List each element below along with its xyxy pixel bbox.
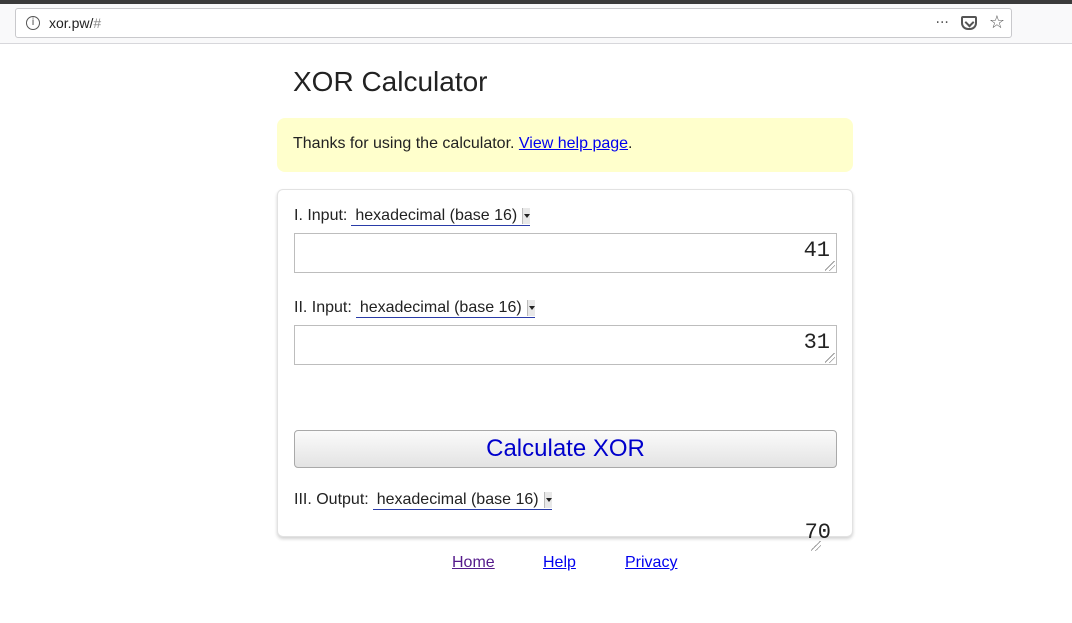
- address-bar[interactable]: i xor.pw/# ··· ☆: [15, 8, 1012, 38]
- info-icon[interactable]: i: [26, 16, 40, 30]
- output-value-box: 70: [294, 520, 837, 552]
- footer-help-link[interactable]: Help: [543, 554, 576, 572]
- url-hash: #: [93, 15, 102, 31]
- input2-label: II. Input:: [294, 299, 352, 316]
- input2-textarea[interactable]: 31: [294, 325, 837, 365]
- address-bar-actions: ··· ☆: [936, 14, 1006, 32]
- input2-format-value: hexadecimal (base 16): [359, 298, 522, 316]
- input1-value: 41: [803, 238, 830, 263]
- input1-textarea[interactable]: 41: [294, 233, 837, 273]
- input2-value: 31: [803, 330, 830, 355]
- calculate-xor-button[interactable]: Calculate XOR: [294, 430, 837, 468]
- input2-format-select[interactable]: hexadecimal (base 16): [355, 298, 535, 318]
- resize-grip-icon[interactable]: [811, 541, 821, 551]
- input1-format-value: hexadecimal (base 16): [355, 206, 518, 224]
- input2-row: II. Input: hexadecimal (base 16): [294, 298, 535, 318]
- input1-label: I. Input:: [294, 207, 348, 224]
- calculator-card: I. Input: hexadecimal (base 16) 41 II. I…: [277, 189, 853, 551]
- output-textarea[interactable]: [294, 482, 837, 522]
- resize-grip-icon[interactable]: [825, 353, 835, 363]
- notice-text: Thanks for using the calculator.: [293, 135, 519, 152]
- notice-suffix: .: [628, 135, 633, 152]
- input1-row: I. Input: hexadecimal (base 16): [294, 206, 531, 226]
- resize-grip-icon[interactable]: [825, 261, 835, 271]
- pocket-icon[interactable]: [960, 16, 977, 30]
- footer-home-link[interactable]: Home: [452, 554, 495, 572]
- notice-banner: Thanks for using the calculator. View he…: [277, 118, 853, 172]
- page-title: XOR Calculator: [293, 66, 488, 97]
- bookmark-star-icon[interactable]: ☆: [989, 14, 1005, 32]
- footer-privacy-link[interactable]: Privacy: [625, 554, 677, 572]
- help-page-link[interactable]: View help page: [519, 135, 628, 152]
- more-actions-icon[interactable]: ···: [936, 15, 949, 31]
- url-host: xor.pw/: [49, 15, 94, 31]
- dropdown-arrow-icon: [522, 207, 531, 224]
- url-text[interactable]: xor.pw/#: [49, 15, 101, 31]
- dropdown-arrow-icon: [526, 299, 535, 316]
- input1-format-select[interactable]: hexadecimal (base 16): [351, 206, 531, 226]
- browser-toolbar: i xor.pw/# ··· ☆: [0, 4, 1072, 44]
